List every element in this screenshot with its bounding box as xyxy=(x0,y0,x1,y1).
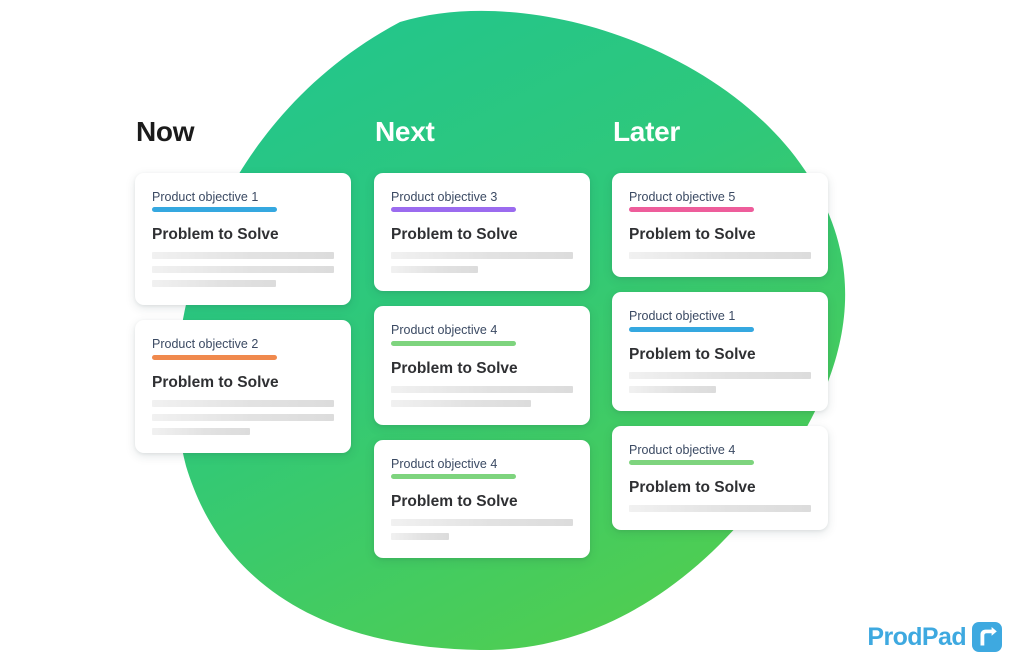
placeholder-line xyxy=(629,252,811,260)
card-now-1[interactable]: Product objective 1 Problem to Solve xyxy=(135,173,351,306)
objective-label: Product objective 4 xyxy=(629,442,736,457)
column-title-next: Next xyxy=(375,116,435,147)
column-title-later: Later xyxy=(613,116,680,147)
objective-label: Product objective 1 xyxy=(152,190,259,204)
placeholder-line xyxy=(629,371,811,379)
objective-accent-bar xyxy=(152,207,277,213)
objective-label: Product objective 1 xyxy=(629,309,736,324)
column-next: Next Product objective 3 Problem to Solv… xyxy=(374,116,590,559)
objective-accent-bar xyxy=(391,474,516,480)
card-body-placeholder xyxy=(629,505,811,513)
prodpad-wordmark: ProdPad xyxy=(867,622,966,651)
placeholder-line xyxy=(391,266,479,274)
placeholder-line xyxy=(391,252,573,260)
card-later-3[interactable]: Product objective 4 Problem to Solve xyxy=(612,425,828,531)
card-next-2[interactable]: Product objective 4 Problem to Solve xyxy=(374,306,590,425)
placeholder-line xyxy=(152,413,334,421)
card-body-placeholder xyxy=(629,371,811,393)
objective-label: Product objective 2 xyxy=(152,337,259,352)
card-body-placeholder xyxy=(391,519,573,541)
card-title: Problem to Solve xyxy=(629,226,756,244)
objective-accent-bar xyxy=(391,207,516,213)
card-now-2[interactable]: Product objective 2 Problem to Solve xyxy=(135,320,351,453)
placeholder-line xyxy=(152,266,334,274)
card-title: Problem to Solve xyxy=(391,493,518,511)
placeholder-line xyxy=(152,399,334,407)
placeholder-line xyxy=(391,399,532,407)
objective-label: Product objective 3 xyxy=(391,190,498,204)
card-body-placeholder xyxy=(391,252,573,274)
card-body-placeholder xyxy=(152,252,334,288)
card-later-1[interactable]: Product objective 5 Problem to Solve xyxy=(612,173,828,278)
objective-accent-bar xyxy=(629,326,754,332)
placeholder-line xyxy=(152,252,334,260)
card-next-3[interactable]: Product objective 4 Problem to Solve xyxy=(374,439,590,559)
objective-accent-bar xyxy=(391,340,516,346)
card-title: Problem to Solve xyxy=(152,226,279,244)
prodpad-logo: ProdPad xyxy=(867,622,1002,652)
column-now: Now Product objective 1 Problem to Solve… xyxy=(135,118,351,453)
card-body-placeholder xyxy=(391,385,573,407)
placeholder-line xyxy=(391,533,450,541)
card-body-placeholder xyxy=(629,252,811,260)
placeholder-line xyxy=(152,427,251,435)
card-title: Problem to Solve xyxy=(629,345,756,363)
objective-accent-bar xyxy=(152,354,277,360)
card-title: Problem to Solve xyxy=(391,359,518,377)
placeholder-line xyxy=(152,280,276,288)
column-title-now: Now xyxy=(136,116,195,147)
card-title: Problem to Solve xyxy=(152,373,279,391)
arrow-up-right-icon xyxy=(972,622,1002,652)
objective-accent-bar xyxy=(629,207,754,213)
card-title: Problem to Solve xyxy=(391,226,518,244)
roadmap-illustration: Now Product objective 1 Problem to Solve… xyxy=(0,0,1024,668)
card-next-1[interactable]: Product objective 3 Problem to Solve xyxy=(374,173,590,292)
objective-label: Product objective 4 xyxy=(391,456,498,471)
placeholder-line xyxy=(629,385,717,393)
placeholder-line xyxy=(629,505,811,513)
roadmap-board: Now Product objective 1 Problem to Solve… xyxy=(0,0,1024,668)
column-later: Later Product objective 5 Problem to Sol… xyxy=(612,116,828,531)
card-body-placeholder xyxy=(152,399,334,435)
objective-label: Product objective 4 xyxy=(391,323,498,338)
objective-accent-bar xyxy=(629,460,754,466)
card-later-2[interactable]: Product objective 1 Problem to Solve xyxy=(612,292,828,411)
placeholder-line xyxy=(391,519,573,527)
objective-label: Product objective 5 xyxy=(629,190,736,204)
card-title: Problem to Solve xyxy=(629,479,756,497)
placeholder-line xyxy=(391,385,573,393)
